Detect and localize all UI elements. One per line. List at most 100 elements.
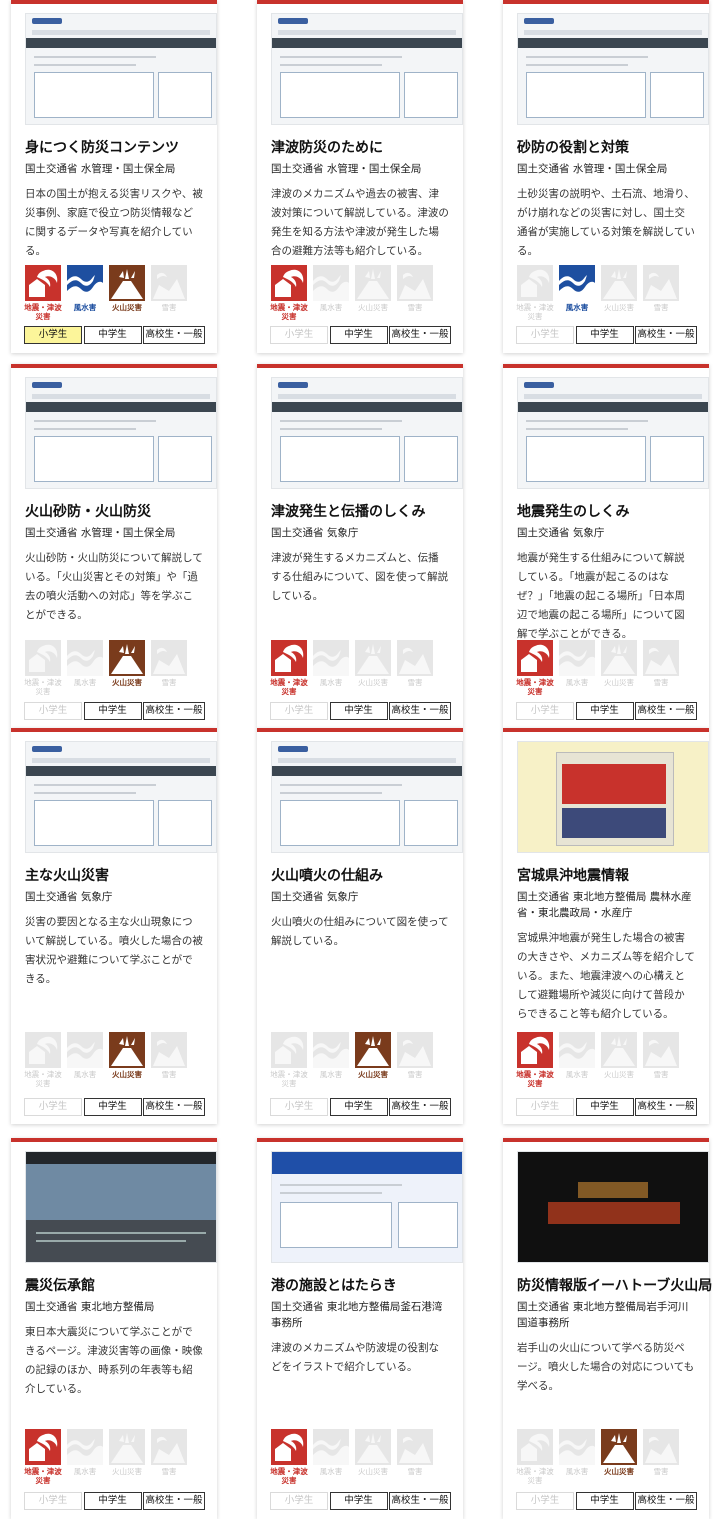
page-thumbnail[interactable] [271,1151,463,1263]
storm-flood-icon [313,265,349,301]
level-button-high[interactable]: 高校生・一般 [635,702,697,720]
content-card[interactable]: 防災情報版イーハトーブ火山局 国土交通省 東北地方整備局岩手河川国道事務所 岩手山の… [503,1138,712,1519]
snow-icon [643,640,679,676]
level-button-junior[interactable]: 中学生 [83,326,142,344]
card-description: 火山噴火の仕組みについて図を使って解説している。 [271,916,449,947]
hazard-volc: 火山災害 [107,265,147,321]
card-title[interactable]: 震災伝承館 [25,1277,203,1295]
content-card[interactable]: 港の施設とはたらき 国土交通省 東北地方整備局釜石港湾事務所 津波のメカニズムや防波… [257,1138,463,1519]
level-button-high[interactable]: 高校生・一般 [635,1492,697,1510]
snow-icon [643,1429,679,1465]
card-title[interactable]: 防災情報版イーハトーブ火山局 [517,1277,712,1295]
level-button-high[interactable]: 高校生・一般 [143,1098,205,1116]
level-button-high[interactable]: 高校生・一般 [143,702,205,720]
card-title[interactable]: 火山噴火の仕組み [271,867,449,885]
level-button-junior[interactable]: 中学生 [329,326,388,344]
hazard-label: 風水害 [319,1467,343,1476]
content-card[interactable]: 地震発生のしくみ 国土交通省 気象庁 地震が発生する仕組みについて解説している。「地… [503,364,709,728]
level-button-high[interactable]: 高校生・一般 [635,1098,697,1116]
level-button-junior[interactable]: 中学生 [575,326,634,344]
card-agency: 国土交通省 気象庁 [25,891,113,903]
card-title[interactable]: 港の施設とはたらき [271,1277,449,1295]
level-button-elementary: 小学生 [516,702,574,720]
level-button-high[interactable]: 高校生・一般 [389,702,451,720]
page-thumbnail[interactable] [517,741,709,853]
page-thumbnail[interactable] [517,1151,709,1263]
card-title[interactable]: 火山砂防・火山防災 [25,503,203,521]
hazard-icon-row: 地震・津波 災害 風水害 火山災害 雪害 [269,265,453,321]
hazard-label: 雪害 [161,303,177,312]
card-title[interactable]: 地震発生のしくみ [517,503,695,521]
level-button-junior[interactable]: 中学生 [329,702,388,720]
card-title[interactable]: 津波防災のために [271,139,449,157]
card-title[interactable]: 津波発生と伝播のしくみ [271,503,449,521]
card-agency: 国土交通省 気象庁 [517,527,605,539]
level-button-junior[interactable]: 中学生 [83,1098,142,1116]
card-title[interactable]: 主な火山災害 [25,867,203,885]
card-title[interactable]: 砂防の役割と対策 [517,139,695,157]
level-button-junior[interactable]: 中学生 [83,702,142,720]
audience-level-row: 小学生 中学生 高校生・一般 [516,1098,697,1116]
earthquake-tsunami-icon [517,1032,553,1068]
level-button-high[interactable]: 高校生・一般 [389,326,451,344]
content-card[interactable]: 主な火山災害 国土交通省 気象庁 災害の要因となる主な火山現象について解説している。… [11,728,217,1124]
card-agency: 国土交通省 水管理・国土保全局 [25,163,176,175]
page-thumbnail[interactable] [271,377,463,489]
level-button-high[interactable]: 高校生・一般 [143,1492,205,1510]
level-button-high[interactable]: 高校生・一般 [389,1492,451,1510]
hazard-snow: 雪害 [641,640,681,696]
level-button-junior[interactable]: 中学生 [575,702,634,720]
hazard-volc: 火山災害 [599,640,639,696]
card-description: 日本の国土が抱える災害リスクや、被災事例、家庭で役立つ防災情報などに関するデータ… [25,188,203,257]
card-description: 岩手山の火山について学べる防災ページ。噴火した場合の対応についても学べる。 [517,1342,695,1392]
content-card[interactable]: 津波発生と伝播のしくみ 国土交通省 気象庁 津波が発生するメカニズムと、伝播する仕組… [257,364,463,728]
page-thumbnail[interactable] [25,1151,217,1263]
hazard-wind: 風水害 [311,1429,351,1485]
level-button-junior[interactable]: 中学生 [83,1492,142,1510]
level-button-junior[interactable]: 中学生 [575,1098,634,1116]
hazard-label: 風水害 [565,303,589,312]
earthquake-tsunami-icon [517,640,553,676]
snow-icon [151,1032,187,1068]
level-button-elementary[interactable]: 小学生 [24,326,82,344]
hazard-wind: 風水害 [65,1429,105,1485]
level-button-junior[interactable]: 中学生 [329,1492,388,1510]
level-button-elementary: 小学生 [516,1098,574,1116]
level-button-high[interactable]: 高校生・一般 [143,326,205,344]
page-thumbnail[interactable] [517,377,709,489]
page-thumbnail[interactable] [25,741,217,853]
card-agency: 国土交通省 水管理・国土保全局 [25,527,176,539]
audience-level-row: 小学生 中学生 高校生・一般 [24,326,205,344]
earthquake-tsunami-icon [271,640,307,676]
level-button-high[interactable]: 高校生・一般 [635,326,697,344]
earthquake-tsunami-icon [517,1429,553,1465]
content-card[interactable]: 火山噴火の仕組み国土交通省 気象庁火山噴火の仕組みについて図を使って解説している… [257,728,463,1124]
card-agency: 国土交通省 気象庁 [271,891,359,903]
content-card[interactable]: 砂防の役割と対策 国土交通省 水管理・国土保全局 土砂災害の説明や、土石流、地滑り、… [503,0,709,353]
volcano-icon [355,1032,391,1068]
page-thumbnail[interactable] [25,13,217,125]
card-title[interactable]: 身につく防災コンテンツ [25,139,203,157]
page-thumbnail[interactable] [517,13,709,125]
content-card[interactable]: 宮城県沖地震情報 国土交通省 東北地方整備局 農林水産省・東北農政局・水産庁 宮城県… [503,728,709,1124]
page-thumbnail[interactable] [25,377,217,489]
hazard-label: 火山災害 [604,1070,634,1079]
level-button-junior[interactable]: 中学生 [575,1492,634,1510]
content-card[interactable]: 津波防災のために 国土交通省 水管理・国土保全局 津波のメカニズムや過去の被害、津波… [257,0,463,353]
level-button-junior[interactable]: 中学生 [329,1098,388,1116]
card-title[interactable]: 宮城県沖地震情報 [517,867,695,885]
hazard-label: 火山災害 [112,303,142,312]
hazard-label: 火山災害 [604,1467,634,1476]
content-card[interactable]: 火山砂防・火山防災 国土交通省 水管理・国土保全局 火山砂防・火山防災について解説し… [11,364,217,728]
audience-level-row: 小学生 中学生 高校生・一般 [270,326,451,344]
content-card[interactable]: 震災伝承館 国土交通省 東北地方整備局 東日本大震災について学ぶことができるページ。… [11,1138,217,1519]
page-thumbnail[interactable] [271,13,463,125]
snow-icon [151,265,187,301]
level-button-high[interactable]: 高校生・一般 [389,1098,451,1116]
card-agency: 国土交通省 水管理・国土保全局 [517,163,668,175]
page-thumbnail[interactable] [271,741,463,853]
hazard-label: 地震・津波 災害 [516,303,554,321]
hazard-wind: 風水害 [65,265,105,321]
content-card[interactable]: 身につく防災コンテンツ国土交通省 水管理・国土保全局日本の国土が抱える災害リスク… [11,0,217,353]
earthquake-tsunami-icon [25,640,61,676]
